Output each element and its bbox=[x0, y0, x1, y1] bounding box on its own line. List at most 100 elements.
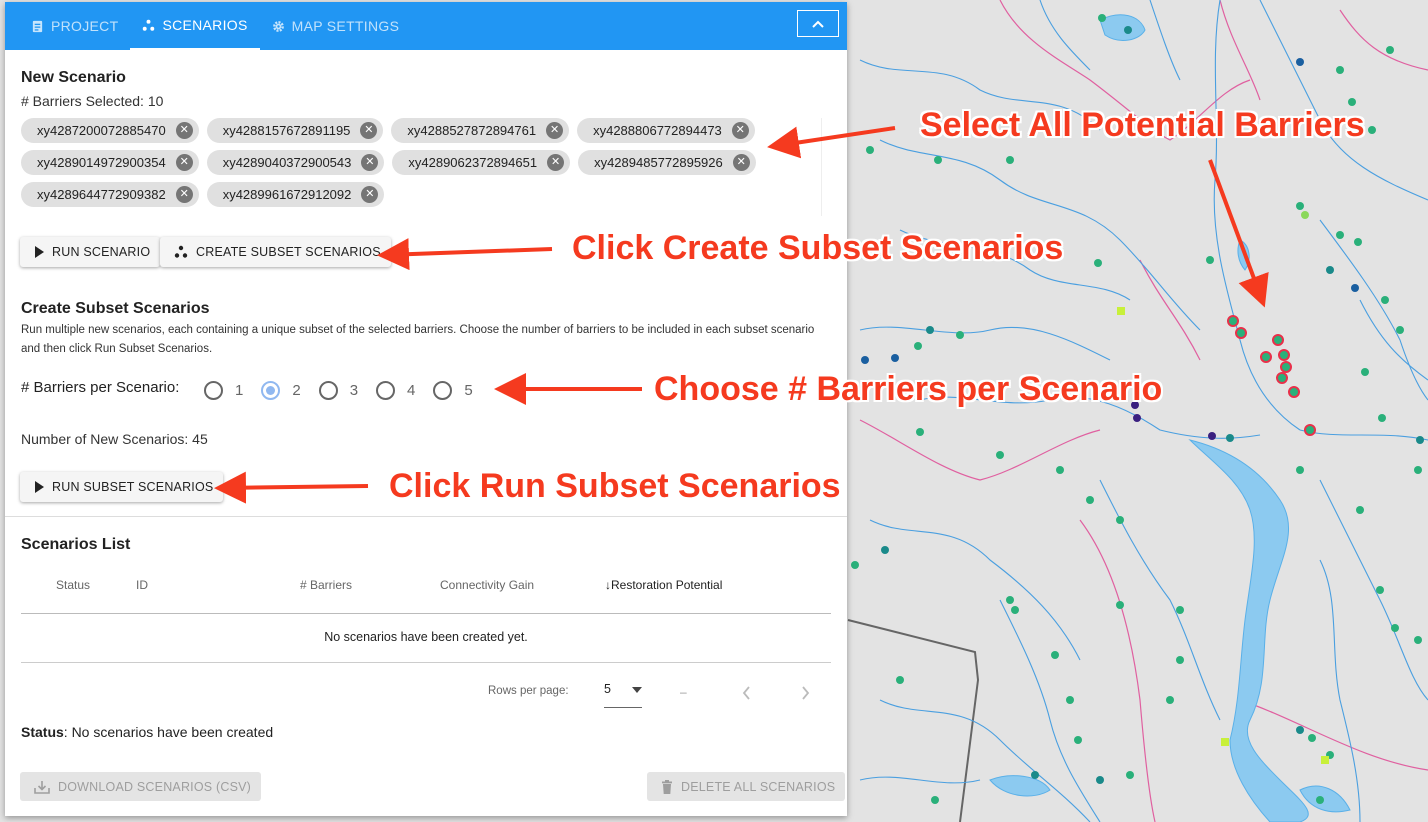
barrier-point[interactable] bbox=[1316, 796, 1324, 804]
barrier-point[interactable] bbox=[956, 331, 964, 339]
column-header-restoration-potential[interactable]: ↓Restoration Potential bbox=[605, 578, 722, 592]
barrier-point[interactable] bbox=[1226, 434, 1234, 442]
download-scenarios-button[interactable]: DOWNLOAD SCENARIOS (CSV) bbox=[20, 772, 262, 801]
barrier-chip[interactable]: xy4289485772895926 ✕ bbox=[578, 150, 756, 175]
barrier-point[interactable] bbox=[881, 546, 889, 554]
barrier-point[interactable] bbox=[1006, 596, 1014, 604]
barrier-point[interactable] bbox=[1166, 696, 1174, 704]
dam-marker[interactable] bbox=[1221, 738, 1229, 746]
radio-button[interactable] bbox=[376, 381, 396, 400]
radio-option-2[interactable]: 2 bbox=[261, 381, 301, 400]
remove-chip-icon[interactable]: ✕ bbox=[731, 122, 749, 139]
barrier-point[interactable] bbox=[1356, 506, 1364, 514]
selected-barrier-point[interactable] bbox=[1280, 361, 1292, 373]
barrier-point[interactable] bbox=[1051, 651, 1059, 659]
previous-page-icon[interactable] bbox=[742, 686, 751, 700]
barrier-point[interactable] bbox=[1296, 58, 1304, 66]
barrier-point[interactable] bbox=[1011, 606, 1019, 614]
barrier-point[interactable] bbox=[1396, 326, 1404, 334]
barrier-chip[interactable]: xy4288157672891195 ✕ bbox=[206, 118, 384, 143]
chips-scrollbar[interactable] bbox=[821, 118, 833, 216]
column-header-barriers[interactable]: # Barriers bbox=[300, 578, 352, 592]
remove-chip-icon[interactable]: ✕ bbox=[361, 186, 379, 203]
barrier-point[interactable] bbox=[1296, 202, 1304, 210]
radio-option-3[interactable]: 3 bbox=[318, 381, 358, 400]
barrier-point[interactable] bbox=[891, 354, 899, 362]
barrier-point[interactable] bbox=[1301, 211, 1309, 219]
barrier-point[interactable] bbox=[914, 342, 922, 350]
barrier-point[interactable] bbox=[1368, 126, 1376, 134]
barrier-chip[interactable]: xy4288806772894473 ✕ bbox=[577, 118, 755, 143]
barrier-point[interactable] bbox=[1086, 496, 1094, 504]
barrier-point[interactable] bbox=[866, 146, 874, 154]
remove-chip-icon[interactable]: ✕ bbox=[732, 154, 750, 171]
barrier-point[interactable] bbox=[896, 676, 904, 684]
selected-barrier-point[interactable] bbox=[1288, 386, 1300, 398]
barrier-chip[interactable]: xy4289644772909382 ✕ bbox=[21, 182, 199, 207]
barrier-point[interactable] bbox=[1414, 636, 1422, 644]
barrier-point[interactable] bbox=[1416, 436, 1424, 444]
run-scenario-button[interactable]: RUN SCENARIO bbox=[20, 237, 161, 267]
barrier-point[interactable] bbox=[1381, 296, 1389, 304]
remove-chip-icon[interactable]: ✕ bbox=[175, 122, 193, 139]
barrier-point[interactable] bbox=[851, 561, 859, 569]
radio-button[interactable] bbox=[433, 381, 453, 400]
selected-barrier-point[interactable] bbox=[1276, 372, 1288, 384]
tab-scenarios[interactable]: SCENARIOS bbox=[130, 2, 260, 50]
radio-button[interactable] bbox=[204, 381, 223, 400]
barrier-point[interactable] bbox=[1348, 98, 1356, 106]
barrier-chip[interactable]: xy4288527872894761 ✕ bbox=[391, 118, 570, 143]
barrier-chip[interactable]: xy4289040372900543 ✕ bbox=[206, 150, 385, 175]
create-subset-scenarios-button[interactable]: CREATE SUBSET SCENARIOS bbox=[160, 237, 391, 267]
barrier-point[interactable] bbox=[1006, 156, 1014, 164]
barrier-point[interactable] bbox=[1361, 368, 1369, 376]
barrier-point[interactable] bbox=[934, 156, 942, 164]
barrier-chip[interactable]: xy4289014972900354 ✕ bbox=[21, 150, 199, 175]
selected-barrier-point[interactable] bbox=[1272, 334, 1284, 346]
barrier-point[interactable] bbox=[1176, 606, 1184, 614]
barrier-point[interactable] bbox=[1391, 624, 1399, 632]
barrier-chip[interactable]: xy4287200072885470 ✕ bbox=[21, 118, 199, 143]
barrier-point[interactable] bbox=[1098, 14, 1106, 22]
barrier-point[interactable] bbox=[861, 356, 869, 364]
barrier-point[interactable] bbox=[1208, 432, 1216, 440]
remove-chip-icon[interactable]: ✕ bbox=[546, 122, 564, 139]
barrier-point[interactable] bbox=[996, 451, 1004, 459]
remove-chip-icon[interactable]: ✕ bbox=[361, 154, 379, 171]
barrier-chip[interactable]: xy4289062372894651 ✕ bbox=[392, 150, 571, 175]
barrier-point[interactable] bbox=[1336, 231, 1344, 239]
remove-chip-icon[interactable]: ✕ bbox=[175, 154, 193, 171]
tab-map-settings[interactable]: MAP SETTINGS bbox=[260, 2, 412, 50]
collapse-button[interactable] bbox=[797, 10, 839, 37]
column-header-id[interactable]: ID bbox=[136, 578, 148, 592]
radio-button[interactable] bbox=[261, 381, 281, 400]
barrier-point[interactable] bbox=[1308, 734, 1316, 742]
barrier-point[interactable] bbox=[1124, 26, 1132, 34]
barrier-point[interactable] bbox=[1206, 256, 1214, 264]
barrier-point[interactable] bbox=[926, 326, 934, 334]
selected-barrier-point[interactable] bbox=[1227, 315, 1239, 327]
radio-option-4[interactable]: 4 bbox=[376, 381, 415, 400]
remove-chip-icon[interactable]: ✕ bbox=[360, 122, 378, 139]
remove-chip-icon[interactable]: ✕ bbox=[547, 154, 565, 171]
barrier-point[interactable] bbox=[1096, 776, 1104, 784]
barrier-chip[interactable]: xy4289961672912092 ✕ bbox=[206, 182, 385, 207]
barrier-point[interactable] bbox=[1066, 696, 1074, 704]
selected-barrier-point[interactable] bbox=[1304, 424, 1316, 436]
barrier-point[interactable] bbox=[1176, 656, 1184, 664]
barrier-point[interactable] bbox=[1031, 771, 1039, 779]
barrier-point[interactable] bbox=[1116, 601, 1124, 609]
barrier-point[interactable] bbox=[931, 796, 939, 804]
tab-project[interactable]: PROJECT bbox=[19, 2, 130, 50]
barrier-point[interactable] bbox=[1126, 771, 1134, 779]
barrier-point[interactable] bbox=[1133, 414, 1141, 422]
barrier-point[interactable] bbox=[1351, 284, 1359, 292]
next-page-icon[interactable] bbox=[801, 686, 810, 700]
radio-button[interactable] bbox=[318, 381, 338, 400]
dam-marker[interactable] bbox=[1117, 307, 1125, 315]
run-subset-scenarios-button[interactable]: RUN SUBSET SCENARIOS bbox=[20, 472, 224, 502]
selected-barrier-point[interactable] bbox=[1260, 351, 1272, 363]
radio-option-1[interactable]: 1 bbox=[204, 381, 243, 400]
column-header-status[interactable]: Status bbox=[56, 578, 90, 592]
barrier-point[interactable] bbox=[1094, 259, 1102, 267]
